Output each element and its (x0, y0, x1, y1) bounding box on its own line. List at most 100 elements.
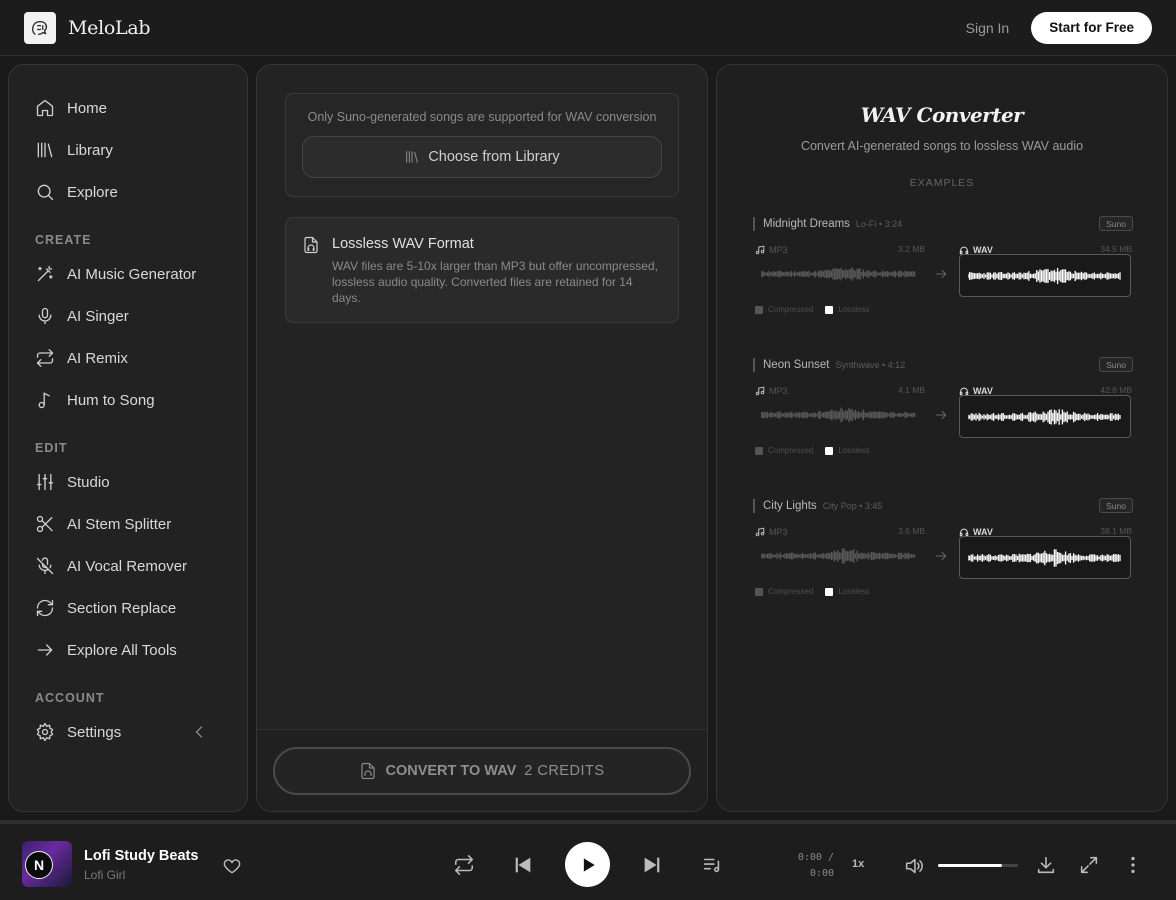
previous-track-icon[interactable] (512, 854, 534, 876)
mp3-label: MP3 (769, 386, 788, 396)
panel-subtitle: Convert AI-generated songs to lossless W… (800, 139, 1084, 153)
sidebar-item-ai-remix[interactable]: AI Remix (35, 337, 221, 379)
legend-lossless: Lossless (838, 446, 870, 455)
example-card[interactable]: Midnight Dreams Lo-Fi • 3:24 Suno MP3 3.… (753, 216, 1133, 327)
sidebar-item-explore[interactable]: Explore (35, 171, 221, 213)
repeat-icon (36, 349, 54, 367)
convert-footer: CONVERT TO WAV 2 CREDITS (257, 729, 707, 811)
legend-compressed: Compressed (768, 305, 814, 314)
time-current: 0:00 / (797, 852, 834, 863)
wav-waveform (968, 549, 1121, 567)
sidebar-item-label: Explore All Tools (67, 641, 177, 659)
music-note-icon (755, 527, 765, 537)
section-title-edit: EDIT (35, 441, 68, 455)
legend-compressed: Compressed (768, 446, 814, 455)
expand-icon[interactable] (1078, 854, 1100, 876)
mp3-waveform (761, 267, 916, 281)
arrow-right-icon (935, 410, 947, 420)
chevron-left-icon[interactable] (189, 722, 209, 742)
queue-icon[interactable] (701, 854, 723, 876)
sidebar-item-library[interactable]: Library (35, 129, 221, 171)
mp3-label: MP3 (769, 527, 788, 537)
sign-in-link[interactable]: Sign In (966, 20, 1010, 36)
play-button[interactable] (565, 842, 610, 887)
sidebar: Home Library Explore CREATE AI Music Gen… (8, 64, 248, 812)
top-bar: MeloLab Sign In Start for Free (0, 0, 1176, 56)
upload-note: Only Suno-generated songs are supported … (307, 110, 657, 124)
sidebar-item-ai-stem-splitter[interactable]: AI Stem Splitter (35, 503, 221, 545)
example-card[interactable]: Neon Sunset Synthwave • 4:12 Suno MP3 4.… (753, 357, 1133, 468)
legend-swatch-compressed (755, 587, 763, 596)
example-name: Neon Sunset (763, 359, 830, 371)
track-artist[interactable]: Lofi Girl (84, 868, 125, 882)
convert-to-wav-button[interactable]: CONVERT TO WAV 2 CREDITS (273, 746, 691, 795)
sidebar-item-label: AI Vocal Remover (67, 557, 188, 575)
home-icon (36, 99, 54, 117)
magic-wand-icon (37, 265, 53, 282)
next-track-icon[interactable] (641, 854, 663, 876)
sidebar-item-label: Library (67, 141, 113, 159)
panel-title: WAV Converter (860, 103, 1024, 127)
example-header: City Lights City Pop • 3:45 Suno (753, 498, 1133, 513)
sidebar-item-ai-music-generator[interactable]: AI Music Generator (35, 253, 221, 295)
legend-swatch-lossless (825, 305, 834, 314)
mp3-format-label: MP3 (755, 244, 788, 256)
sidebar-item-ai-singer[interactable]: AI Singer (35, 295, 221, 337)
music-note-icon (755, 386, 765, 396)
time-display: 0:00 / 0:00 (790, 850, 834, 882)
sidebar-item-explore-all-tools[interactable]: Explore All Tools (35, 629, 221, 671)
credits-label: 2 CREDITS (524, 762, 605, 779)
wav-preview (959, 536, 1131, 579)
info-title: Lossless WAV Format (332, 236, 474, 252)
volume-slider[interactable] (938, 864, 1018, 867)
legend-swatch-lossless (825, 446, 834, 455)
refresh-icon (36, 599, 54, 617)
microphone-icon (38, 307, 52, 325)
album-cover[interactable]: N (22, 841, 72, 887)
download-icon[interactable] (1035, 854, 1057, 876)
mp3-waveform (761, 407, 916, 423)
legend: Compressed Lossless (755, 587, 869, 596)
sidebar-item-settings[interactable]: Settings (35, 711, 221, 753)
example-meta: Lo-Fi • 3:24 (855, 219, 903, 229)
music-note-icon (755, 245, 765, 255)
time-total: 0:00 (809, 868, 834, 879)
sidebar-item-hum-to-song[interactable]: Hum to Song (35, 379, 221, 421)
sidebar-item-label: Section Replace (67, 599, 177, 617)
scissors-icon (36, 515, 53, 533)
play-icon (583, 857, 595, 872)
repeat-icon[interactable] (453, 854, 475, 876)
wav-waveform (968, 409, 1121, 425)
wav-size: 34.5 MB (1100, 244, 1132, 254)
volume-icon[interactable] (903, 855, 925, 877)
brand-name[interactable]: MeloLab (68, 17, 151, 39)
mp3-label: MP3 (769, 245, 788, 255)
mp3-format-label: MP3 (755, 526, 788, 538)
wav-preview (959, 254, 1131, 297)
legend: Compressed Lossless (755, 446, 869, 455)
track-title[interactable]: Lofi Study Beats (84, 848, 198, 864)
sidebar-item-label: AI Singer (67, 307, 129, 325)
mic-off-icon (36, 557, 54, 575)
legend-lossless: Lossless (838, 305, 870, 314)
choose-from-library-button[interactable]: Choose from Library (302, 136, 662, 178)
wav-preview (959, 395, 1131, 438)
start-free-button[interactable]: Start for Free (1031, 11, 1152, 44)
sidebar-item-label: Settings (67, 723, 122, 741)
legend-swatch-compressed (755, 446, 763, 455)
sidebar-item-ai-vocal-remover[interactable]: AI Vocal Remover (35, 545, 221, 587)
heart-icon[interactable] (222, 856, 242, 876)
example-card[interactable]: City Lights City Pop • 3:45 Suno MP3 3.6… (753, 498, 1133, 609)
examples-label: EXAMPLES (909, 177, 975, 189)
logo[interactable] (24, 11, 56, 44)
playback-speed[interactable]: 1x (852, 858, 864, 870)
sidebar-item-section-replace[interactable]: Section Replace (35, 587, 221, 629)
more-options-icon[interactable] (1122, 854, 1144, 876)
mp3-waveform (761, 548, 916, 564)
sidebar-item-home[interactable]: Home (35, 87, 221, 129)
cover-letter: N (25, 851, 53, 879)
sidebar-item-label: AI Music Generator (67, 265, 197, 283)
suno-badge: Suno (1099, 216, 1133, 231)
sidebar-item-studio[interactable]: Studio (35, 461, 221, 503)
file-audio-icon (304, 236, 318, 254)
